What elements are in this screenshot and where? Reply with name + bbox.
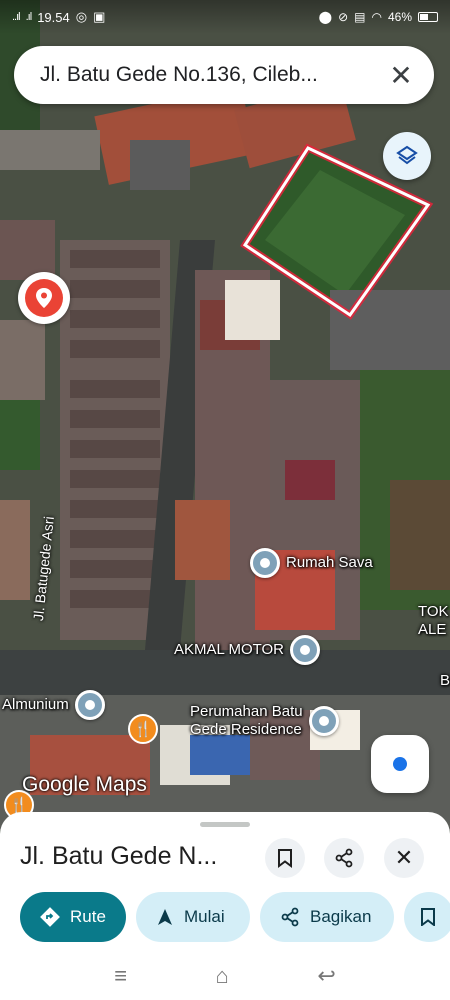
place-marker-icon bbox=[290, 635, 321, 665]
menu-icon[interactable]: ≡ bbox=[114, 963, 127, 989]
place-label-line2: ALE bbox=[418, 621, 447, 638]
mute-icon: ⊘ bbox=[338, 10, 349, 24]
navigation-icon bbox=[158, 909, 172, 925]
route-label: Rute bbox=[70, 907, 106, 926]
share-button[interactable]: Bagikan bbox=[260, 892, 394, 942]
place-title: Jl. Batu Gede N... bbox=[20, 842, 218, 870]
restaurant-icon: 🍴 bbox=[128, 714, 158, 744]
place-akmal-motor[interactable]: AKMAL MOTOR bbox=[174, 635, 321, 665]
start-label: Mulai bbox=[184, 907, 225, 926]
place-partial-tok[interactable]: TOK ALE bbox=[418, 603, 449, 639]
battery-icon bbox=[418, 12, 438, 22]
sheet-drag-handle[interactable] bbox=[200, 822, 250, 827]
place-label-line1: TOK bbox=[418, 603, 449, 620]
directions-icon bbox=[40, 907, 60, 927]
layers-button[interactable] bbox=[383, 132, 431, 180]
location-pin[interactable] bbox=[18, 272, 70, 324]
google-maps-logo: Google Maps bbox=[22, 773, 147, 796]
share-icon-button[interactable] bbox=[324, 838, 364, 878]
search-bar[interactable]: Jl. Batu Gede No.136, Cileb... ✕ bbox=[14, 46, 434, 104]
home-icon[interactable]: ⌂ bbox=[216, 963, 229, 989]
map-view[interactable]: ..ıl .ıl 19.54 ◎ ▣ ⬤ ⊘ ▤ ◠ 46% Jl. Batu … bbox=[0, 0, 450, 830]
place-label: Rumah Sava bbox=[286, 554, 373, 571]
system-nav-bar: ≡ ⌂ ↩ bbox=[0, 952, 450, 1000]
save-button[interactable] bbox=[265, 838, 305, 878]
place-rumah-sava[interactable]: Rumah Sava bbox=[250, 548, 373, 578]
place-marker-icon bbox=[250, 548, 280, 578]
volte-icon: ▤ bbox=[354, 10, 366, 24]
place-label-line1: Perumahan Batu bbox=[190, 703, 303, 720]
place-label: B bbox=[440, 672, 450, 689]
place-sheet[interactable]: Jl. Batu Gede N... ✕ Rute Mulai Bagikan … bbox=[0, 812, 450, 1000]
wifi-icon: ◠ bbox=[371, 10, 382, 24]
place-label-line2: Gede Residence bbox=[190, 721, 302, 738]
save-chip-button[interactable] bbox=[404, 892, 450, 942]
place-label: AKMAL MOTOR bbox=[174, 641, 285, 658]
location-status-icon: ⬤ bbox=[318, 10, 333, 24]
restaurant-marker[interactable]: 🍴 bbox=[128, 714, 158, 744]
pin-icon bbox=[25, 279, 63, 317]
whatsapp-icon: ◎ bbox=[75, 9, 88, 24]
place-perumahan[interactable]: Perumahan Batu Gede Residence bbox=[190, 703, 339, 739]
place-marker-icon bbox=[308, 706, 339, 736]
search-query[interactable]: Jl. Batu Gede No.136, Cileb... bbox=[40, 63, 386, 87]
status-bar: ..ıl .ıl 19.54 ◎ ▣ ⬤ ⊘ ▤ ◠ 46% bbox=[0, 0, 450, 34]
action-chips: Rute Mulai Bagikan bbox=[20, 892, 450, 942]
my-location-icon bbox=[393, 757, 407, 771]
back-icon[interactable]: ↩ bbox=[317, 963, 335, 989]
close-icon[interactable]: ✕ bbox=[386, 59, 416, 92]
layers-icon bbox=[396, 145, 418, 165]
clock: 19.54 bbox=[37, 9, 70, 25]
share-icon bbox=[335, 848, 353, 868]
my-location-button[interactable] bbox=[371, 735, 429, 793]
place-partial-b[interactable]: B bbox=[440, 672, 450, 690]
close-icon: ✕ bbox=[394, 845, 414, 870]
route-button[interactable]: Rute bbox=[20, 892, 126, 942]
share-label: Bagikan bbox=[310, 907, 372, 926]
share-icon bbox=[281, 907, 299, 927]
signal-icon-2: .ıl bbox=[25, 11, 32, 23]
close-button[interactable]: ✕ bbox=[384, 838, 424, 878]
signal-icon: ..ıl bbox=[12, 11, 21, 23]
bookmark-icon bbox=[278, 849, 292, 868]
instagram-icon: ▣ bbox=[93, 9, 106, 24]
place-almunium[interactable]: Almunium bbox=[2, 690, 105, 720]
battery-percent: 46% bbox=[387, 10, 412, 24]
place-marker-icon bbox=[74, 690, 105, 720]
bookmark-icon bbox=[421, 908, 435, 926]
start-button[interactable]: Mulai bbox=[136, 892, 250, 942]
place-label: Almunium bbox=[2, 696, 69, 713]
